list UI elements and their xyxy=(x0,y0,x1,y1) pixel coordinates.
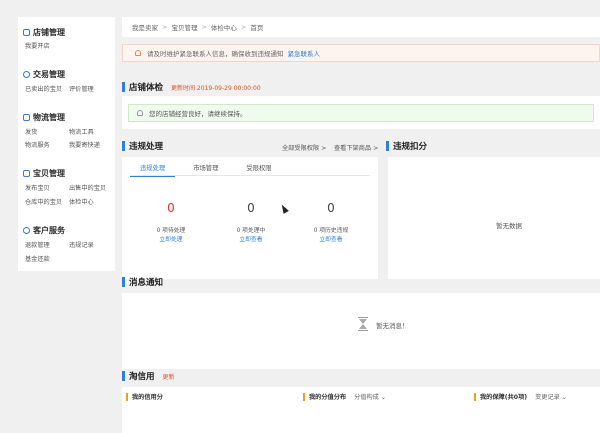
sidebar-item-send-express[interactable]: 我要寄快递 xyxy=(69,140,100,149)
violation-panel: 违规处理 市场管理 受限权限 0 0 项待处理 立即处理 0 0 项处理中 立即… xyxy=(122,157,378,279)
hourglass-icon xyxy=(358,317,368,331)
contact-notice: 请及时维护紧急联系人信息，确保收到违规通知 紧急联系人 xyxy=(122,44,600,62)
accent-bar xyxy=(303,392,305,401)
credit-protection-label: 我的保障(共0项) xyxy=(480,394,528,401)
breadcrumb-item-items[interactable]: 宝贝管理 xyxy=(171,22,197,32)
penalty-header: 违规扣分 xyxy=(386,137,427,155)
section-bar xyxy=(122,141,125,151)
breadcrumb-separator: > xyxy=(240,23,247,31)
violation-title: 违规处理 xyxy=(129,142,164,152)
penalty-empty: 暂无数据 xyxy=(496,222,522,230)
stat-history-value: 0 xyxy=(327,201,335,215)
messages-title: 消息通知 xyxy=(129,278,164,288)
shop-check-title: 店铺体检 xyxy=(129,83,164,93)
sidebar-item-ship[interactable]: 发货 xyxy=(25,127,37,136)
sidebar: 店铺管理 我要开店 交易管理 已卖出的宝贝 评价管理 物流管理 发货 物流工具 … xyxy=(18,17,115,271)
bell-icon xyxy=(135,50,141,56)
store-icon xyxy=(23,29,30,36)
credit-update[interactable]: 更新 xyxy=(163,372,175,381)
trade-icon xyxy=(23,71,30,78)
box-icon xyxy=(23,170,30,177)
sidebar-item-reviews[interactable]: 评价管理 xyxy=(69,84,94,93)
notice-text: 请及时维护紧急联系人信息，确保收到违规通知 xyxy=(147,50,284,58)
stat-pending: 0 0 项待处理 立即处理 xyxy=(136,201,206,243)
credit-row: 我的信用分 我的分值分布 分值构成 ⌄ 我的保障(共0项) 变更记录 ⌄ xyxy=(122,392,600,404)
messages-panel: 暂无消息！ xyxy=(122,293,600,369)
sidebar-item-open-store[interactable]: 我要开店 xyxy=(25,41,50,50)
sidebar-item-logistics-service[interactable]: 物流服务 xyxy=(25,140,50,149)
shop-check-panel: 您的店铺经营良好，请继续保持。 xyxy=(122,96,600,129)
sidebar-item-logistics-tools[interactable]: 物流工具 xyxy=(69,127,94,136)
score-composition-dropdown[interactable]: 分值构成 ⌄ xyxy=(354,392,386,401)
sidebar-title-items[interactable]: 宝贝管理 xyxy=(23,168,65,179)
sidebar-item-on-sale[interactable]: 出售中的宝贝 xyxy=(69,183,106,192)
section-bar xyxy=(122,82,125,92)
view-history-link[interactable]: 立即查看 xyxy=(296,234,366,243)
breadcrumb-item-health[interactable]: 体检中心 xyxy=(211,22,237,32)
breadcrumb-item-home: 首页 xyxy=(250,24,264,32)
credit-distribution[interactable]: 我的分值分布 分值构成 ⌄ xyxy=(303,392,386,401)
sidebar-item-refunds[interactable]: 退款管理 xyxy=(25,240,50,249)
sidebar-item-warehouse[interactable]: 仓库中的宝贝 xyxy=(25,197,62,206)
shop-check-updated: 更新时间 2019-09-29 00:00:00 xyxy=(171,84,261,92)
sidebar-item-health-center[interactable]: 体检中心 xyxy=(69,197,94,206)
customer-icon xyxy=(23,227,30,234)
view-processing-link[interactable]: 立即查看 xyxy=(216,234,286,243)
removed-goods-link[interactable]: 查看下架商品 > xyxy=(334,143,378,152)
shop-status-message: 您的店铺经营良好，请继续保持。 xyxy=(149,110,247,118)
credit-distribution-label: 我的分值分布 xyxy=(309,394,347,401)
accent-bar xyxy=(126,392,128,401)
section-bar xyxy=(386,141,389,151)
breadcrumb-item-seller[interactable]: 我是卖家 xyxy=(132,22,158,32)
credit-score-label: 我的信用分 xyxy=(132,394,163,401)
stat-history: 0 0 项历史违规 立即查看 xyxy=(296,201,366,243)
credit-header: 淘信用 更新 xyxy=(122,367,175,385)
messages-header: 消息通知 xyxy=(122,273,163,291)
stat-pending-value: 0 xyxy=(167,201,175,215)
shop-check-header: 店铺体检 更新时间 2019-09-29 00:00:00 xyxy=(122,78,261,96)
stat-processing-label: 0 项处理中 xyxy=(236,228,266,234)
accent-bar xyxy=(474,392,476,401)
penalty-title: 违规扣分 xyxy=(393,142,428,152)
stat-pending-label: 0 项待处理 xyxy=(156,228,186,234)
credit-protection[interactable]: 我的保障(共0项) 变更记录 ⌄ xyxy=(474,392,567,401)
tab-divider xyxy=(130,175,370,176)
section-bar xyxy=(122,277,125,287)
breadcrumb: 我是卖家 > 宝贝管理 > 体检中心 > 首页 xyxy=(122,17,600,37)
sidebar-item-violations[interactable]: 违规记录 xyxy=(69,240,94,249)
stat-processing-value: 0 xyxy=(247,201,255,215)
change-log-dropdown[interactable]: 变更记录 ⌄ xyxy=(535,392,567,401)
sidebar-title-store[interactable]: 店铺管理 xyxy=(23,27,65,38)
credit-title: 淘信用 xyxy=(129,372,155,382)
section-bar xyxy=(122,371,125,381)
violation-header: 违规处理 xyxy=(122,137,163,155)
restricted-permissions-link[interactable]: 全部受限权限 > xyxy=(282,143,326,152)
credit-score[interactable]: 我的信用分 xyxy=(126,392,163,401)
sidebar-item-sold[interactable]: 已卖出的宝贝 xyxy=(25,84,62,93)
breadcrumb-separator: > xyxy=(162,23,168,31)
sidebar-title-customer[interactable]: 客户服务 xyxy=(23,225,65,236)
truck-icon xyxy=(23,114,30,121)
shop-status-banner: 您的店铺经营良好，请继续保持。 xyxy=(128,104,594,122)
stat-processing: 0 0 项处理中 立即查看 xyxy=(216,201,286,243)
sidebar-item-fund-repay[interactable]: 基金还款 xyxy=(25,254,50,263)
emergency-contact-link[interactable]: 紧急联系人 xyxy=(288,48,321,58)
penalty-panel: 暂无数据 xyxy=(388,157,600,279)
stat-history-label: 0 项历史违规 xyxy=(313,228,349,234)
messages-empty: 暂无消息！ xyxy=(376,322,409,330)
sidebar-item-publish[interactable]: 发布宝贝 xyxy=(25,183,50,192)
handle-now-link[interactable]: 立即处理 xyxy=(136,234,206,243)
bell-icon xyxy=(137,110,143,116)
sidebar-title-logistics[interactable]: 物流管理 xyxy=(23,112,65,123)
sidebar-title-trade[interactable]: 交易管理 xyxy=(23,69,65,80)
breadcrumb-separator: > xyxy=(201,23,207,31)
